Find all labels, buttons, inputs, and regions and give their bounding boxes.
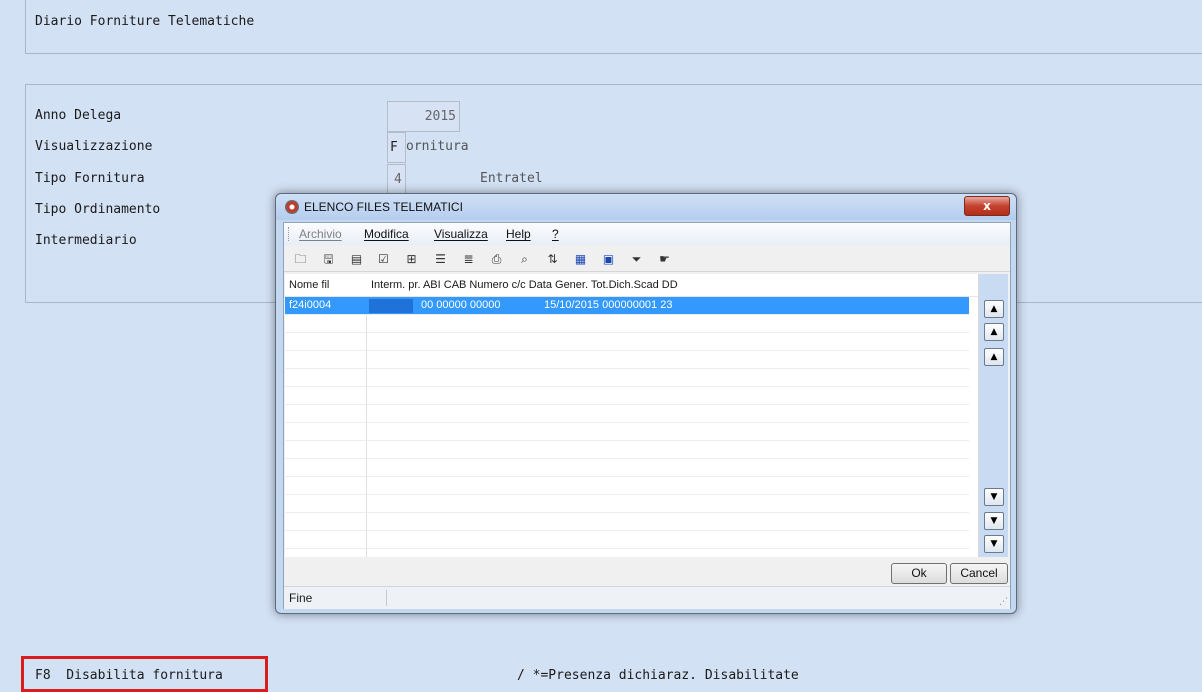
sort-icon[interactable]: ⇅ <box>544 251 561 267</box>
tipo-fornitura-value: 4 <box>394 172 402 187</box>
last-page-button[interactable]: ▼ <box>984 535 1004 553</box>
table-row[interactable] <box>285 351 969 369</box>
app-icon <box>285 200 299 214</box>
dialog-titlebar[interactable]: ELENCO FILES TELEMATICI x <box>276 194 1016 220</box>
cell-nome-file: f24i0004 <box>289 299 332 311</box>
record-view-icon[interactable]: ▤ <box>348 251 365 267</box>
menubar: Archivio Modifica Visualizza Help ? <box>284 223 1010 245</box>
first-page-button[interactable]: ▲ <box>984 300 1004 318</box>
table-row[interactable] <box>285 387 969 405</box>
details-icon[interactable]: ≣ <box>460 251 477 267</box>
filter-icon[interactable]: ⏷ <box>628 251 645 267</box>
dialog-body: Archivio Modifica Visualizza Help ? 🗀 🖫 … <box>283 222 1011 609</box>
dialog-title: ELENCO FILES TELEMATICI <box>304 200 463 214</box>
table-row[interactable] <box>285 315 969 333</box>
menu-visualizza[interactable]: Visualizza <box>434 227 488 241</box>
tipo-ordinamento-label: Tipo Ordinamento <box>35 202 161 217</box>
status-bar: Fine ⋰ <box>284 586 1010 609</box>
intermediario-label: Intermediario <box>35 233 137 248</box>
f8-disable-supply-key[interactable]: F8 Disabilita fornitura <box>35 668 223 683</box>
pointer-icon[interactable]: ☛ <box>656 251 673 267</box>
menu-archivio[interactable]: Archivio <box>299 227 342 241</box>
tree-icon[interactable]: ⊞ <box>403 251 420 267</box>
table-row[interactable] <box>285 459 969 477</box>
redacted-block <box>369 299 413 313</box>
calendar-icon[interactable]: ▦ <box>572 251 589 267</box>
table-row[interactable] <box>285 423 969 441</box>
visualizzazione-value: F <box>390 140 398 155</box>
col-details[interactable]: Interm. pr. ABI CAB Numero c/c Data Gene… <box>371 279 678 291</box>
elenco-files-dialog: ELENCO FILES TELEMATICI x Archivio Modif… <box>275 193 1017 614</box>
toolbar: 🗀 🖫 ▤ ☑ ⊞ ☰ ≣ ⎙ ⌕ ⇅ ▦ ▣ ⏷ ☛ <box>284 247 1010 272</box>
tipo-fornitura-field[interactable]: 4 <box>387 164 406 195</box>
list-icon[interactable]: ☰ <box>432 251 449 267</box>
cell-abi-cab-cc: 00 00000 00000 <box>421 299 501 311</box>
print-preview-icon[interactable]: ⎙ <box>488 251 505 267</box>
cell-date-totals: 15/10/2015 000000001 23 <box>544 299 673 311</box>
line-up-button[interactable]: ▲ <box>984 348 1004 366</box>
close-icon: x <box>983 199 991 213</box>
table-row[interactable] <box>285 477 969 495</box>
menu-modifica[interactable]: Modifica <box>364 227 409 241</box>
legend-note: / *=Presenza dichiaraz. Disabilitate <box>517 668 799 683</box>
anno-delega-label: Anno Delega <box>35 108 122 123</box>
grid-header: Nome fil Interm. pr. ABI CAB Numero c/c … <box>285 274 978 297</box>
anno-delega-field[interactable]: 2015 <box>387 101 460 132</box>
col-nome-file[interactable]: Nome fil <box>289 279 329 291</box>
close-button[interactable]: x <box>964 196 1010 216</box>
table-row[interactable] <box>285 531 969 549</box>
table-row[interactable] <box>285 405 969 423</box>
table-row[interactable] <box>285 441 969 459</box>
visualizzazione-label: Visualizzazione <box>35 139 153 154</box>
table-row[interactable]: f24i0004 00 00000 00000 15/10/2015 00000… <box>285 297 969 315</box>
menu-about[interactable]: ? <box>552 227 559 241</box>
page-down-button[interactable]: ▼ <box>984 512 1004 530</box>
tipo-fornitura-label: Tipo Fornitura <box>35 171 145 186</box>
cancel-button[interactable]: Cancel <box>950 563 1008 584</box>
visualizzazione-field[interactable]: F <box>387 132 406 163</box>
table-row[interactable] <box>285 333 969 351</box>
save-icon[interactable]: 🖫 <box>320 251 337 267</box>
status-text: Fine <box>289 591 313 605</box>
table-row[interactable] <box>285 513 969 531</box>
menu-help[interactable]: Help <box>506 227 531 241</box>
files-grid[interactable]: Nome fil Interm. pr. ABI CAB Numero c/c … <box>285 274 979 557</box>
menubar-grip <box>288 227 291 241</box>
visualizzazione-desc: ornitura <box>406 139 469 154</box>
anno-delega-value: 2015 <box>424 109 456 124</box>
find-icon[interactable]: ⌕ <box>516 251 533 267</box>
line-down-button[interactable]: ▼ <box>984 488 1004 506</box>
open-folder-icon[interactable]: 🗀 <box>292 251 309 267</box>
checklist-icon[interactable]: ☑ <box>375 251 392 267</box>
table-row[interactable] <box>285 495 969 513</box>
card-icon[interactable]: ▣ <box>600 251 617 267</box>
scroll-controls: ▲ ▲ ▲ ▼ ▼ ▼ <box>979 274 1008 557</box>
ok-button[interactable]: Ok <box>891 563 947 584</box>
page-title: Diario Forniture Telematiche <box>35 14 255 29</box>
page-up-button[interactable]: ▲ <box>984 323 1004 341</box>
status-divider <box>386 590 387 606</box>
title-panel: Diario Forniture Telematiche <box>25 0 1202 54</box>
table-row[interactable] <box>285 369 969 387</box>
tipo-fornitura-desc: Entratel <box>480 171 543 186</box>
resize-grip-icon[interactable]: ⋰ <box>999 597 1008 607</box>
